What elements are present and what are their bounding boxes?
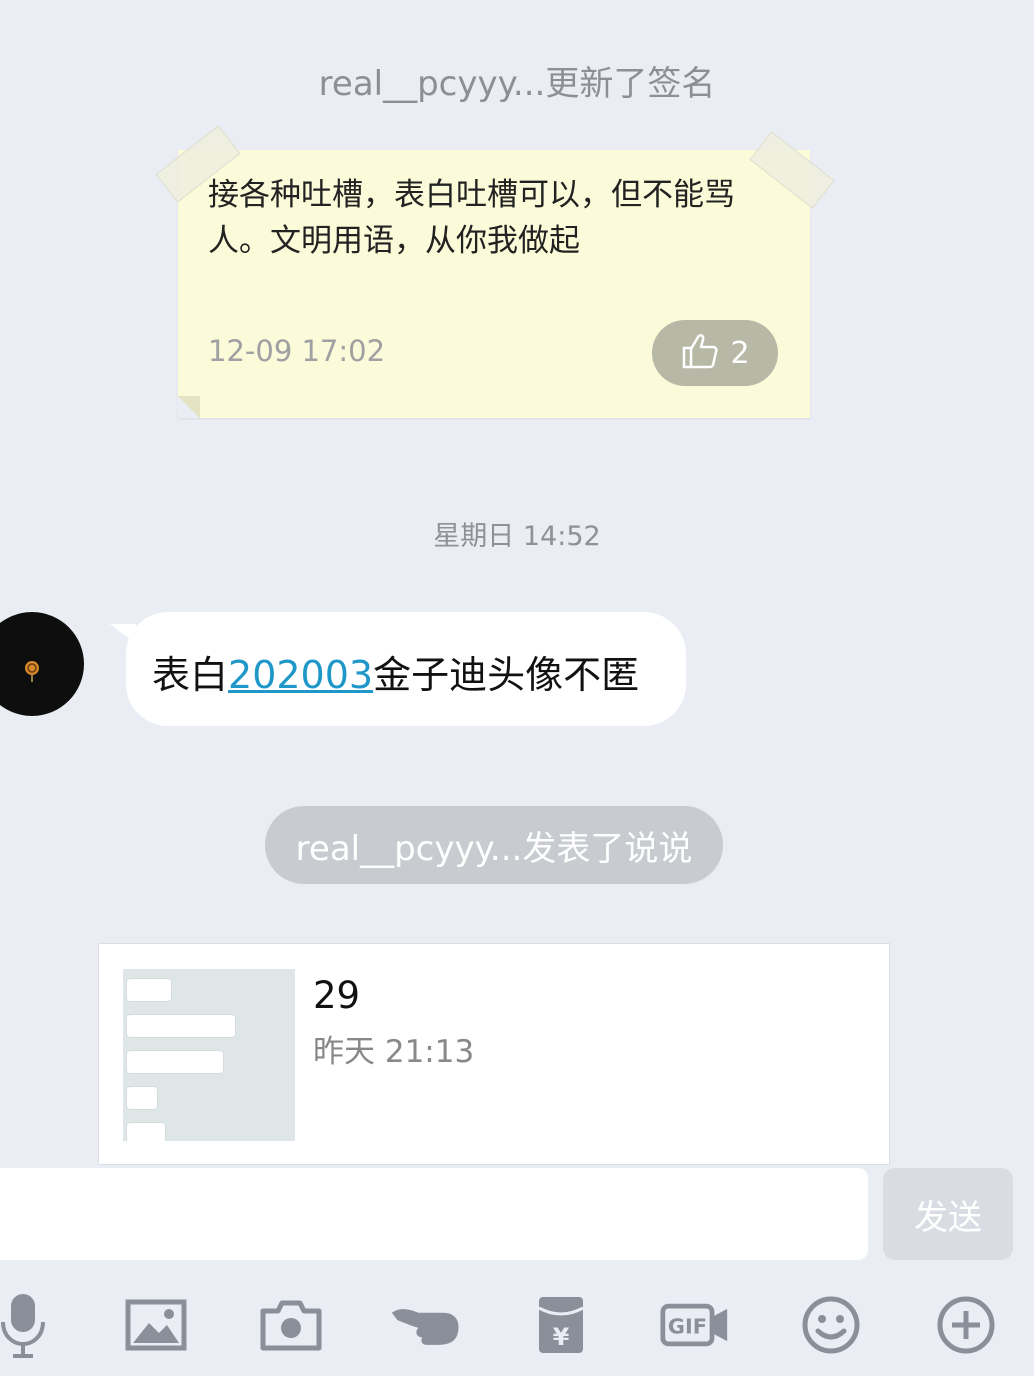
plus-icon[interactable] (931, 1290, 1001, 1360)
post-title: 29 (313, 974, 361, 1017)
post-notice[interactable]: real__pcyyy...发表了说说 (265, 806, 723, 884)
microphone-icon[interactable] (0, 1290, 58, 1360)
send-button[interactable]: 发送 (883, 1168, 1013, 1260)
image-icon[interactable] (121, 1290, 191, 1360)
message-text-after: 金子迪头像不匿 (373, 653, 640, 697)
post-thumbnail (123, 969, 295, 1141)
red-packet-icon[interactable]: ¥ (526, 1290, 596, 1360)
gif-icon[interactable]: GIF (660, 1290, 730, 1360)
thumbnail-line (127, 979, 171, 1001)
thumbnail-line (127, 1015, 235, 1037)
message-number-link[interactable]: 202003 (228, 653, 373, 697)
signature-text: 接各种吐槽，表白吐槽可以，但不能骂人。文明用语，从你我做起 (208, 177, 735, 259)
thumbs-up-icon (680, 331, 720, 375)
signature-time: 12-09 17:02 (208, 334, 386, 368)
emoji-icon[interactable] (796, 1290, 866, 1360)
thumbnail-line (127, 1051, 223, 1073)
thumbnail-line (127, 1123, 165, 1141)
page-fold-decoration (178, 396, 200, 418)
post-time: 昨天 21:13 (313, 1034, 475, 1070)
signature-note-card[interactable]: 接各种吐槽，表白吐槽可以，但不能骂人。文明用语，从你我做起 12-09 17:0… (155, 125, 835, 418)
message-bubble[interactable]: 表白202003金子迪头像不匿 (126, 612, 686, 726)
avatar[interactable] (0, 612, 84, 716)
thumbnail-line (127, 1087, 157, 1109)
svg-text:GIF: GIF (668, 1315, 707, 1339)
like-count: 2 (730, 335, 750, 371)
message-text: 表白202003金子迪头像不匿 (152, 644, 639, 699)
message-text-before: 表白 (152, 653, 229, 697)
svg-text:¥: ¥ (553, 1323, 570, 1351)
shared-post-card[interactable]: 29 昨天 21:13 (98, 943, 890, 1165)
message-input[interactable] (0, 1168, 868, 1260)
poke-icon[interactable] (390, 1290, 460, 1360)
like-button[interactable]: 2 (652, 320, 778, 386)
signature-update-notice[interactable]: real__pcyyy...更新了签名 (0, 56, 1034, 105)
chat-timestamp: 星期日 14:52 (433, 521, 601, 552)
camera-icon[interactable] (256, 1290, 326, 1360)
